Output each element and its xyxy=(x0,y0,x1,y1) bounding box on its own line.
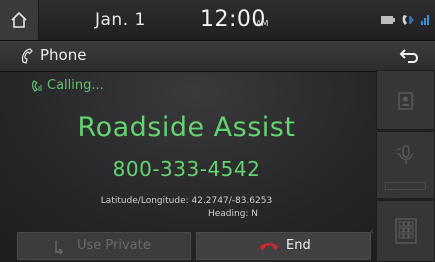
mute-button[interactable] xyxy=(376,131,435,199)
gps-coordinates: Latitude/Longitude: 42.2747/-83.6253 xyxy=(100,196,273,206)
status-ampm: AM xyxy=(256,19,269,28)
contacts-icon xyxy=(398,92,414,110)
back-arrow-icon xyxy=(399,49,419,63)
status-icons xyxy=(381,13,429,27)
end-call-icon xyxy=(260,243,278,250)
contacts-button[interactable] xyxy=(376,70,435,130)
mute-volume-bar xyxy=(385,182,426,190)
contact-name: Roadside Assist xyxy=(77,112,296,143)
end-call-label: End xyxy=(286,238,311,253)
title-bar: Phone xyxy=(0,40,435,72)
call-status: Calling... xyxy=(47,78,104,93)
gps-heading: Heading: N xyxy=(207,209,259,219)
home-button[interactable] xyxy=(0,0,39,40)
mute-mic-icon xyxy=(396,145,413,164)
home-icon xyxy=(11,11,27,28)
use-private-label: Use Private xyxy=(77,238,151,253)
status-bar: Jan. 1 12:00 AM xyxy=(0,0,435,40)
chevron-left-icon: ‹ xyxy=(370,226,374,237)
status-date: Jan. 1 xyxy=(95,10,146,30)
back-button[interactable] xyxy=(383,41,435,71)
use-private-button[interactable]: Use Private xyxy=(17,232,191,260)
signal-icon xyxy=(421,15,429,25)
page-title: Phone xyxy=(40,46,87,64)
phone-number: 800-333-4542 xyxy=(112,157,261,181)
battery-icon xyxy=(381,16,395,24)
call-screen: Jan. 1 12:00 AM Phone Calling... Roadsid… xyxy=(0,0,435,262)
calling-phone-icon xyxy=(32,80,42,92)
phone-handset-icon xyxy=(21,48,33,64)
bluetooth-phone-icon xyxy=(402,15,414,25)
end-call-button[interactable]: End xyxy=(196,232,371,260)
private-handset-icon xyxy=(55,241,63,254)
keypad-icon xyxy=(395,218,417,244)
keypad-button[interactable] xyxy=(376,200,435,262)
